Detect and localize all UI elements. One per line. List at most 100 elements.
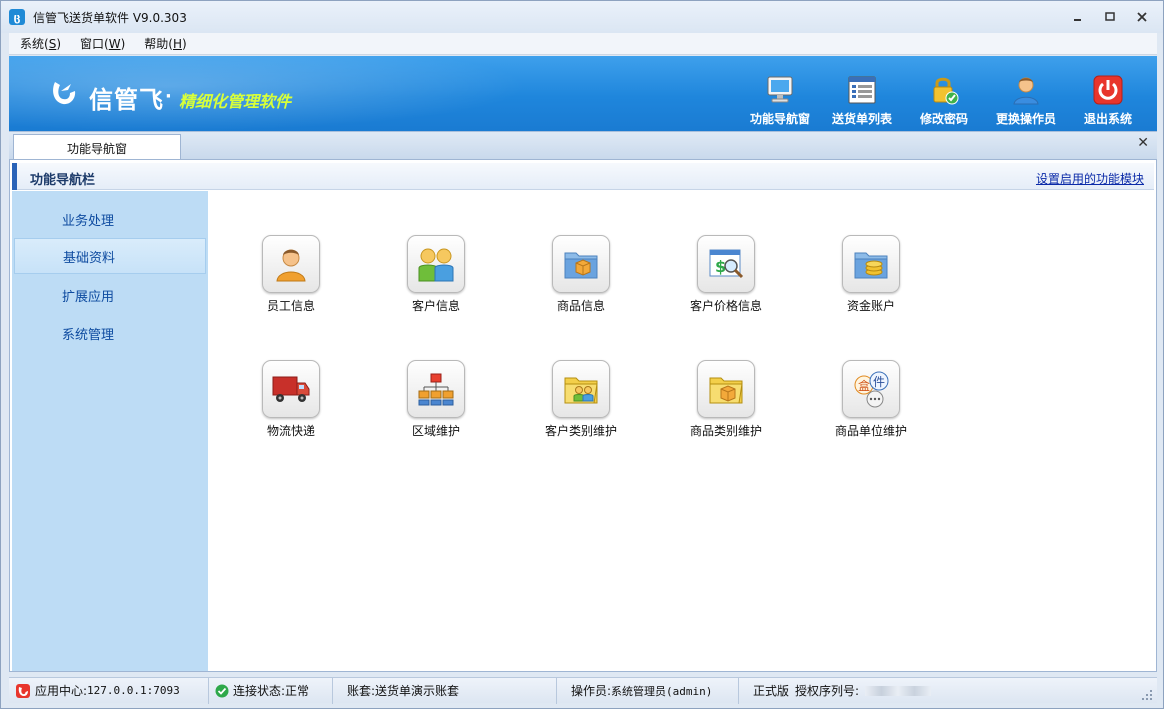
sidebar-item-business[interactable]: 业务处理 [14,201,206,237]
main-toolbar: 功能导航窗 送货单列表 修改密码 更换操作员 退出系统 [739,74,1149,127]
toolbar-nav-window-label: 功能导航窗 [749,112,810,126]
menu-help-hotkey: H [172,37,183,51]
status-app-center: 应用中心: 127.0.0.1:7093 [9,677,209,704]
close-icon: ✕ [1137,135,1149,151]
close-button[interactable] [1127,7,1157,27]
sidebar: 业务处理 基础资料 扩展应用 系统管理 [12,191,208,671]
status-operator: 操作员: 系统管理员(admin) [557,677,739,704]
module-product-category-label: 商品类别维护 [689,424,762,438]
module-customer-category-box [552,360,610,418]
product-category-icon [709,377,743,404]
menu-help-label: 帮助 [144,37,169,51]
region-tree-icon [418,373,454,406]
sidebar-item-label: 扩展应用 [62,289,115,305]
module-customer-category[interactable]: 客户类别维护 [526,360,636,439]
brand-separator: · [165,86,172,107]
module-product-box [552,235,610,293]
sidebar-item-extensions[interactable]: 扩展应用 [14,277,206,313]
sidebar-item-label: 系统管理 [62,327,115,343]
product-folder-icon [564,252,598,279]
menu-system-label: 系统 [20,37,45,51]
maximize-button[interactable] [1095,7,1125,27]
user-icon [1013,77,1039,105]
module-grid: 员工信息 客户信息 商品信息 $ 客户价格信息 资金账户 物流快递 区域维护 客… [208,191,1154,671]
status-account-set: 账套: 送货单演示账套 [333,677,557,704]
toolbar-delivery-list-button[interactable]: 送货单列表 [821,74,903,127]
toolbar-change-password-button[interactable]: 修改密码 [903,74,985,127]
nav-header: 功能导航栏 设置启用的功能模块 [12,163,1154,190]
nav-header-accent [12,163,17,190]
resize-grip-icon[interactable] [1141,689,1153,701]
module-customer-price-label: 客户价格信息 [689,299,762,313]
module-logistics-box [262,360,320,418]
funds-account-icon [854,252,888,279]
status-connection: 连接状态: 正常 [209,677,333,704]
status-bar: 应用中心: 127.0.0.1:7093 连接状态: 正常 账套: 送货单演示账… [9,677,1157,704]
sidebar-item-basic-data[interactable]: 基础资料 [14,238,206,274]
operator-value: 系统管理员(admin) [611,684,713,698]
module-funds-account-label: 资金账户 [846,299,895,313]
serial-value-redacted [865,685,932,696]
power-icon [1093,75,1123,105]
module-region-label: 区域维护 [411,424,460,438]
module-logistics[interactable]: 物流快递 [236,360,346,439]
menu-window[interactable]: 窗口(W) [69,35,133,52]
module-product-category[interactable]: 商品类别维护 [671,360,781,439]
module-product-category-box [697,360,755,418]
monitor-icon [767,76,793,103]
account-set-label: 账套: [347,684,376,698]
minimize-icon [1074,19,1081,21]
module-customer[interactable]: 客户信息 [381,235,491,314]
close-tab-button[interactable]: ✕ [1137,135,1149,151]
minimize-button[interactable] [1063,7,1093,27]
window-controls [1063,7,1157,27]
tab-bar: 功能导航窗 ✕ [9,131,1157,161]
brand-logo-icon [53,82,76,105]
app-center-label: 应用中心: [35,684,88,698]
toolbar-exit-label: 退出系统 [1083,112,1132,126]
module-employee-label: 员工信息 [266,299,315,313]
module-customer-category-label: 客户类别维护 [544,424,617,438]
enable-modules-link[interactable]: 设置启用的功能模块 [1036,170,1144,187]
toolbar-switch-operator-button[interactable]: 更换操作员 [985,74,1067,127]
app-center-value: 127.0.0.1:7093 [87,684,180,697]
menu-window-hotkey: W [108,37,121,51]
customer-category-icon [564,377,598,404]
app-window: ც 信管飞送货单软件 V9.0.303 系统(S) 窗口(W) 帮助(H) 信管… [0,0,1164,709]
toolbar-nav-window-button[interactable]: 功能导航窗 [739,74,821,127]
sidebar-item-system-management[interactable]: 系统管理 [14,315,206,351]
menu-system[interactable]: 系统(S) [9,35,69,52]
menu-help[interactable]: 帮助(H) [133,35,194,52]
module-logistics-label: 物流快递 [266,424,315,438]
toolbar-change-password-label: 修改密码 [919,112,968,126]
app-logo-icon: ც [9,9,25,25]
tab-nav-window[interactable]: 功能导航窗 [13,134,181,161]
account-set-value: 送货单演示账套 [375,684,460,698]
title-bar[interactable]: ც 信管飞送货单软件 V9.0.303 [1,1,1163,33]
toolbar-switch-operator-label: 更换操作员 [995,112,1056,126]
operator-label: 操作员: [571,684,612,698]
module-funds-account[interactable]: 资金账户 [816,235,926,314]
module-funds-account-box [842,235,900,293]
module-employee[interactable]: 员工信息 [236,235,346,314]
truck-icon [272,376,310,402]
check-circle-icon [215,684,229,697]
module-region[interactable]: 区域维护 [381,360,491,439]
banner: 信管飞 · 精细化管理软件 功能导航窗 送货单列表 修改密码 更换操作员 退出系… [9,56,1157,131]
employee-icon [276,249,306,282]
module-customer-box [407,235,465,293]
status-license: 正式版 授权序列号: [739,678,937,704]
connection-value: 正常 [285,684,310,698]
module-product[interactable]: 商品信息 [526,235,636,314]
serial-label: 授权序列号: [795,684,860,698]
lock-icon [933,77,959,105]
sidebar-item-label: 业务处理 [62,213,115,229]
toolbar-exit-button[interactable]: 退出系统 [1067,74,1149,127]
module-customer-price[interactable]: $ 客户价格信息 [671,235,781,314]
module-customer-price-box: $ [697,235,755,293]
menu-system-hotkey: S [48,37,57,51]
module-product-unit-box: 盒 件 [842,360,900,418]
module-product-unit-label: 商品单位维护 [834,424,907,438]
module-customer-label: 客户信息 [411,299,460,313]
module-product-unit[interactable]: 盒 件 商品单位维护 [816,360,926,439]
